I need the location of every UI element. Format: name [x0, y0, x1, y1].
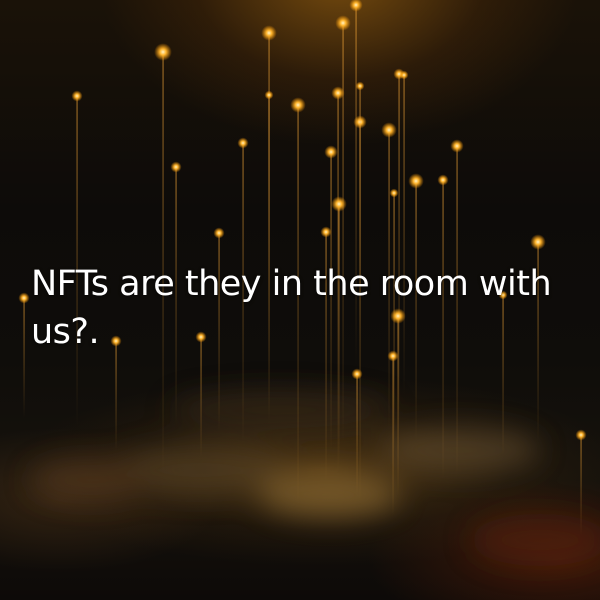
light-dot	[389, 188, 399, 198]
light-dot	[437, 174, 449, 186]
light-dot	[351, 368, 363, 380]
light-dot	[450, 139, 464, 153]
light-dot	[324, 145, 338, 159]
post-headline: NFTs are they in the room with us?.	[31, 264, 552, 352]
light-dot	[237, 137, 249, 149]
light-dot	[408, 173, 424, 189]
light-streak-line	[392, 356, 394, 516]
light-streak-line	[115, 341, 117, 451]
light-streak-line	[580, 435, 582, 535]
light-dot	[290, 97, 306, 113]
light-streak-line	[342, 23, 344, 443]
light-dot	[335, 15, 351, 31]
light-dot	[349, 0, 363, 12]
fog-clouds	[30, 392, 600, 566]
light-dot	[355, 81, 365, 91]
light-dot	[154, 43, 172, 61]
light-streak-line	[398, 74, 400, 434]
light-streak-line	[356, 374, 358, 494]
light-dot	[170, 161, 182, 173]
light-dot	[399, 70, 409, 80]
light-dot	[331, 86, 345, 100]
light-dot	[71, 90, 83, 102]
light-dot	[18, 292, 30, 304]
post-image: NFTs are they in the room with us?.	[0, 0, 600, 600]
light-dot	[530, 234, 546, 250]
light-dot	[261, 25, 277, 41]
light-dot	[575, 429, 587, 441]
light-dot	[264, 90, 274, 100]
light-dot	[213, 227, 225, 239]
light-streak-line	[23, 298, 25, 418]
light-dot	[381, 122, 397, 138]
light-dot	[331, 196, 347, 212]
light-dot	[320, 226, 332, 238]
